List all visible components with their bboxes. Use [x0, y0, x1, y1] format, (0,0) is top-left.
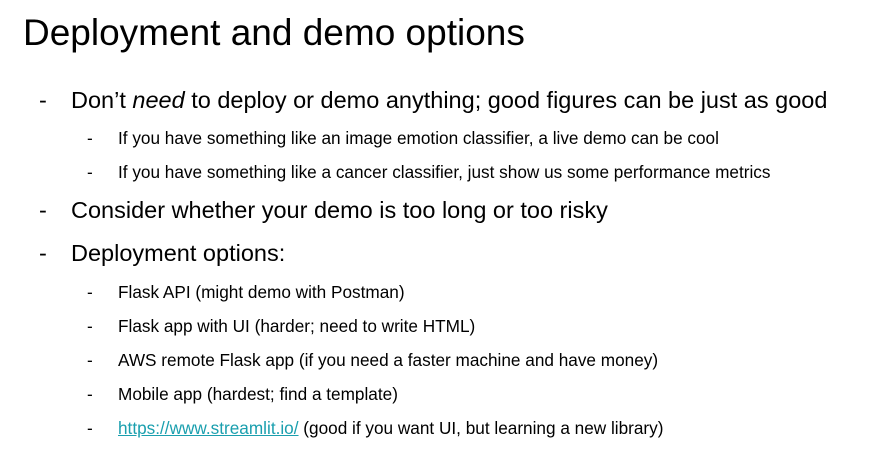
bullet-text: Consider whether your demo is too long o… [71, 197, 608, 223]
sub-bullet-aws-flask: - AWS remote Flask app (if you need a fa… [87, 350, 659, 370]
sub-bullet-cancer-classifier: - If you have something like a cancer cl… [87, 162, 771, 182]
bullet-demo-length-risk: - Consider whether your demo is too long… [39, 197, 608, 223]
emphasis-need: need [132, 87, 185, 113]
bullet-text: Mobile app (hardest; find a template) [118, 384, 398, 404]
bullet-dash: - [87, 316, 93, 336]
bullet-text: If you have something like a cancer clas… [118, 162, 771, 182]
bullet-dash: - [87, 350, 93, 370]
bullet-text: (good if you want UI, but learning a new… [298, 418, 664, 438]
bullet-text: Flask API (might demo with Postman) [118, 282, 405, 302]
bullet-text-start: Don’t [71, 87, 133, 113]
bullet-dash: - [39, 87, 47, 113]
bullet-no-need-to-deploy: - Don’t need to deploy or demo anything;… [39, 87, 828, 113]
bullet-text: Flask app with UI (harder; need to write… [118, 316, 476, 336]
bullet-dash: - [39, 240, 47, 266]
bullet-dash: - [39, 197, 47, 223]
sub-bullet-streamlit: - https://www.streamlit.io/ (good if you… [87, 418, 664, 438]
sub-bullet-image-emotion: - If you have something like an image em… [87, 128, 719, 148]
bullet-dash: - [87, 282, 93, 302]
bullet-dash: - [87, 128, 93, 148]
bullet-dash: - [87, 418, 93, 438]
sub-bullet-flask-app-ui: - Flask app with UI (harder; need to wri… [87, 316, 476, 336]
bullet-text: AWS remote Flask app (if you need a fast… [118, 350, 659, 370]
streamlit-link[interactable]: https://www.streamlit.io/ [118, 418, 299, 438]
bullet-dash: - [87, 384, 93, 404]
sub-bullet-flask-api: - Flask API (might demo with Postman) [87, 282, 405, 302]
bullet-dash: - [87, 162, 93, 182]
bullet-text: Deployment options: [71, 240, 286, 266]
sub-bullet-mobile-app: - Mobile app (hardest; find a template) [87, 384, 398, 404]
slide-title: Deployment and demo options [23, 12, 525, 53]
bullet-text: If you have something like an image emot… [118, 128, 719, 148]
bullet-deployment-options: - Deployment options: [39, 240, 286, 266]
bullet-text-end: to deploy or demo anything; good figures… [184, 87, 828, 113]
